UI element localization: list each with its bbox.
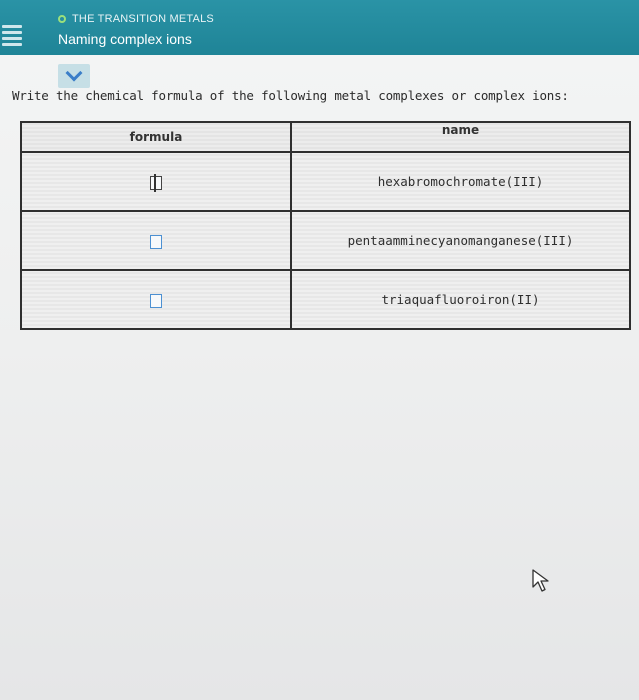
formula-input-box[interactable] [150,234,162,249]
formula-input-box[interactable] [150,173,162,192]
formula-input-box[interactable] [150,293,162,308]
column-header-name: name [290,121,631,153]
name-cell: triaquafluoroiron(II) [290,269,631,330]
column-header-formula: formula [20,121,292,153]
mouse-pointer-icon [532,569,549,592]
formula-cell [20,269,292,330]
name-cell: hexabromochromate(III) [290,151,631,212]
top-header: THE TRANSITION METALS Naming complex ion… [0,0,639,55]
table-header-row: formula name [20,121,631,153]
collapse-button[interactable] [58,64,90,88]
table-row: pentaamminecyanomanganese(III) [20,210,631,271]
formula-cell [20,210,292,271]
question-prompt: Write the chemical formula of the follow… [12,88,569,103]
status-dot-icon [58,15,66,23]
page-title: Naming complex ions [58,31,192,47]
topic-row: THE TRANSITION METALS [58,13,214,25]
table-row: triaquafluoroiron(II) [20,269,631,330]
name-cell: pentaamminecyanomanganese(III) [290,210,631,271]
formula-cell [20,151,292,212]
chevron-down-icon [65,64,83,82]
menu-icon[interactable] [0,22,26,46]
answer-table: formula name hexabromochromate(III) pent… [20,121,631,330]
table-row: hexabromochromate(III) [20,151,631,212]
topic-label: THE TRANSITION METALS [72,13,214,25]
